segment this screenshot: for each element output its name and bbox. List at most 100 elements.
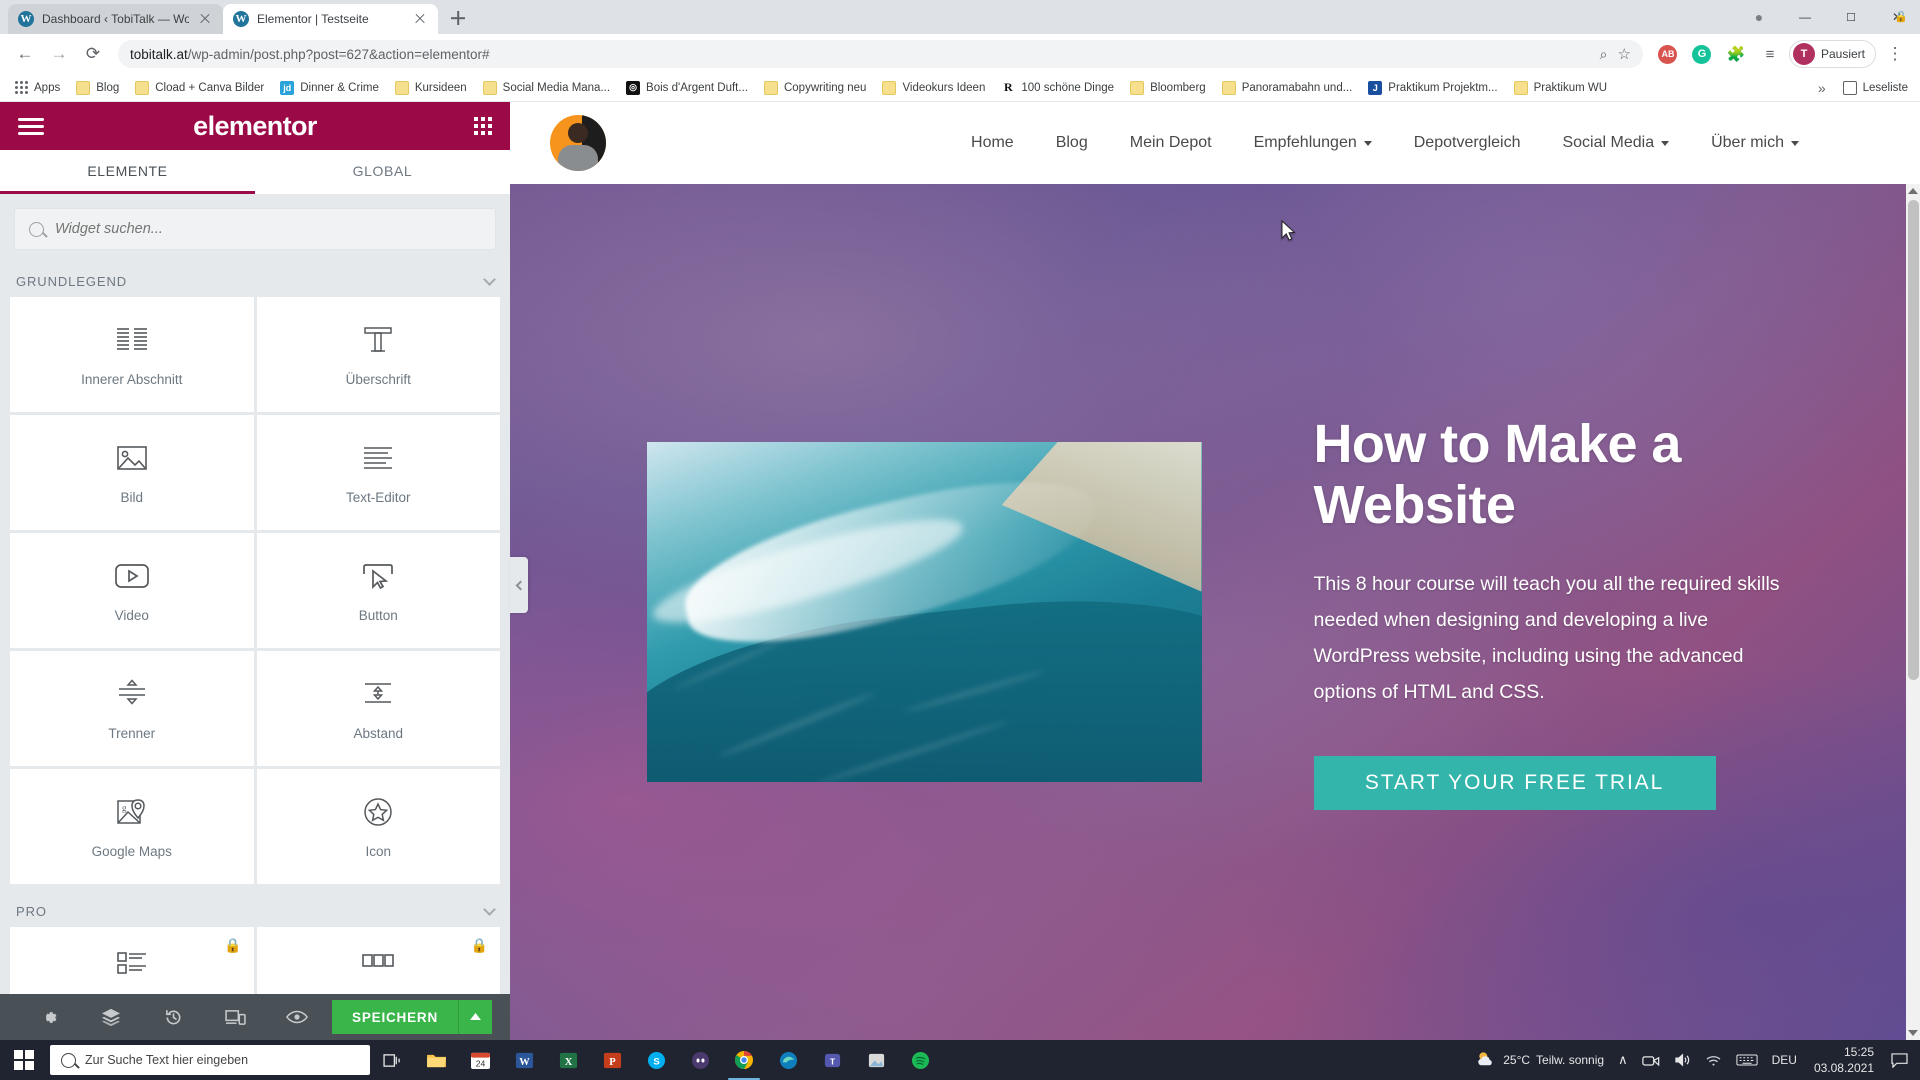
close-icon[interactable] <box>412 11 428 27</box>
bookmark-blog[interactable]: Blog <box>69 78 126 98</box>
settings-gear-icon[interactable] <box>18 1008 80 1027</box>
widget-bild[interactable]: Bild <box>10 415 254 530</box>
taskbar-search-box[interactable]: Zur Suche Text hier eingeben <box>50 1045 370 1075</box>
keyboard-icon[interactable] <box>1729 1040 1765 1080</box>
back-icon[interactable]: ← <box>10 39 40 69</box>
photos-icon[interactable] <box>854 1040 898 1080</box>
edge-icon[interactable] <box>766 1040 810 1080</box>
language-indicator[interactable]: DEU <box>1765 1040 1804 1080</box>
preview-scrollbar[interactable] <box>1906 184 1920 1040</box>
taskbar-clock[interactable]: 15:25 03.08.2021 <box>1804 1044 1884 1076</box>
bookmark-100-schoene-dinge[interactable]: R 100 schöne Dinge <box>994 78 1121 98</box>
widget-pro-posts[interactable]: 🔒 <box>10 927 254 994</box>
collapse-panel-button[interactable] <box>510 557 528 613</box>
widget-trenner[interactable]: Trenner <box>10 651 254 766</box>
profile-button[interactable]: T Pausiert <box>1788 40 1876 68</box>
scrollbar-thumb[interactable] <box>1908 200 1919 680</box>
chrome-menu-icon[interactable]: ⋮ <box>1880 39 1910 69</box>
bookmark-panoramabahn[interactable]: Panoramabahn und... <box>1215 78 1360 98</box>
nav-item-blog[interactable]: Blog <box>1035 134 1109 152</box>
weather-widget[interactable]: 25°C Teilw. sonnig <box>1468 1040 1611 1080</box>
history-icon[interactable] <box>142 1008 204 1027</box>
widget-abstand[interactable]: Abstand <box>256 651 500 766</box>
task-view-icon[interactable] <box>370 1040 414 1080</box>
widgets-grid-icon[interactable] <box>474 117 492 135</box>
reading-list-button[interactable]: Leseliste <box>1836 78 1908 98</box>
bookmark-star-icon[interactable]: ☆ <box>1618 45 1631 63</box>
bookmark-kursideen[interactable]: Kursideen <box>388 78 474 98</box>
bookmark-cload-canva[interactable]: Cload + Canva Bilder <box>128 78 271 98</box>
bookmark-bloomberg[interactable]: Bloomberg <box>1123 78 1213 98</box>
bookmarks-overflow-icon[interactable]: » <box>1818 80 1826 96</box>
navigator-layers-icon[interactable] <box>80 1008 142 1026</box>
search-zoom-icon[interactable]: ⌕ <box>1600 46 1608 63</box>
teams-icon[interactable]: T <box>810 1040 854 1080</box>
record-icon[interactable]: ● <box>1736 0 1782 34</box>
skype-icon[interactable]: S <box>634 1040 678 1080</box>
discord-icon[interactable] <box>678 1040 722 1080</box>
widget-video[interactable]: Video <box>10 533 254 648</box>
new-tab-button[interactable] <box>444 4 472 32</box>
minimize-button[interactable]: — <box>1782 0 1828 34</box>
address-bar[interactable]: 🔒 tobitalk.at/wp-admin/post.php?post=627… <box>118 11 1908 68</box>
bookmark-videokurs-ideen[interactable]: Videokurs Ideen <box>875 78 992 98</box>
start-free-trial-button[interactable]: START YOUR FREE TRIAL <box>1313 756 1716 811</box>
wifi-icon[interactable] <box>1698 1040 1729 1080</box>
bookmark-dinner-crime[interactable]: jd Dinner & Crime <box>273 78 386 98</box>
excel-icon[interactable]: X <box>546 1040 590 1080</box>
maximize-button[interactable]: ☐ <box>1828 0 1874 34</box>
widget-button[interactable]: Button <box>256 533 500 648</box>
scroll-down-arrow-icon[interactable] <box>1908 1030 1918 1036</box>
nav-item-home[interactable]: Home <box>950 134 1035 152</box>
widget-google-maps[interactable]: g Google Maps <box>10 769 254 884</box>
bookmark-apps[interactable]: Apps <box>8 78 67 97</box>
nav-item-mein-depot[interactable]: Mein Depot <box>1109 134 1233 152</box>
puzzle-extension-icon[interactable]: 🧩 <box>1721 39 1751 69</box>
scroll-up-arrow-icon[interactable] <box>1908 188 1918 194</box>
chevron-down-icon[interactable] <box>483 903 496 916</box>
word-icon[interactable]: W <box>502 1040 546 1080</box>
notification-icon[interactable] <box>1884 1040 1914 1080</box>
browser-tab-dashboard[interactable]: W Dashboard ‹ TobiTalk — WordPre <box>8 4 223 34</box>
bookmark-praktikum-wu[interactable]: Praktikum WU <box>1507 78 1614 98</box>
nav-item-social-media[interactable]: Social Media <box>1541 134 1690 152</box>
responsive-mode-icon[interactable] <box>204 1009 266 1026</box>
reload-icon[interactable]: ⟳ <box>78 39 108 69</box>
widget-icon[interactable]: Icon <box>256 769 500 884</box>
search-input[interactable] <box>55 221 481 237</box>
reading-list-icon[interactable]: ≡ <box>1755 39 1785 69</box>
hero-wave-image[interactable] <box>646 442 1202 782</box>
site-logo-avatar[interactable] <box>550 115 606 171</box>
widget-text-editor[interactable]: Text-Editor <box>256 415 500 530</box>
close-icon[interactable] <box>197 11 213 27</box>
show-hidden-icons[interactable]: ∧ <box>1611 1040 1635 1080</box>
chevron-down-icon[interactable] <box>483 273 496 286</box>
powerpoint-icon[interactable]: P <box>590 1040 634 1080</box>
tab-elemente[interactable]: ELEMENTE <box>0 150 255 194</box>
category-header-grundlegend[interactable]: GRUNDLEGEND <box>0 264 510 297</box>
save-options-arrow-icon[interactable] <box>458 1000 492 1034</box>
windows-start-icon[interactable] <box>0 1040 48 1080</box>
hamburger-menu-icon[interactable] <box>18 114 44 139</box>
preview-eye-icon[interactable] <box>266 1010 328 1024</box>
nav-item-depotvergleich[interactable]: Depotvergleich <box>1393 134 1542 152</box>
spotify-icon[interactable] <box>898 1040 942 1080</box>
save-button[interactable]: SPEICHERN <box>332 1000 458 1034</box>
widget-search-box[interactable] <box>14 208 496 250</box>
calendar-24-icon[interactable]: 24 <box>458 1040 502 1080</box>
browser-tab-elementor[interactable]: W Elementor | Testseite <box>223 4 438 34</box>
grammarly-icon[interactable]: G <box>1687 39 1717 69</box>
tab-global[interactable]: GLOBAL <box>255 150 510 194</box>
widget-innerer-abschnitt[interactable]: Innerer Abschnitt <box>10 297 254 412</box>
file-explorer-icon[interactable] <box>414 1040 458 1080</box>
adblock-icon[interactable]: AB <box>1653 39 1683 69</box>
widget-pro-portfolio[interactable]: 🔒 <box>256 927 500 994</box>
bookmark-praktikum-projektm[interactable]: J Praktikum Projektm... <box>1361 78 1504 98</box>
nav-item-ueber-mich[interactable]: Über mich <box>1690 134 1820 152</box>
widget-scroll-area[interactable]: GRUNDLEGEND Innerer Abschnitt Überschrif… <box>0 264 510 994</box>
volume-icon[interactable] <box>1667 1040 1698 1080</box>
widget-ueberschrift[interactable]: Überschrift <box>256 297 500 412</box>
meet-now-icon[interactable] <box>1635 1040 1667 1080</box>
nav-item-empfehlungen[interactable]: Empfehlungen <box>1233 134 1393 152</box>
bookmark-social-media-mana[interactable]: Social Media Mana... <box>476 78 617 98</box>
